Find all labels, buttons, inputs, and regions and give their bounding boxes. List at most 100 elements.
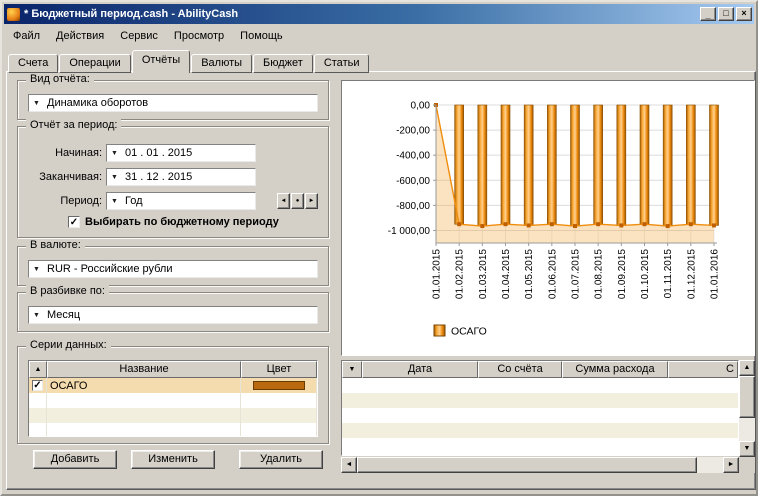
groupbox-currency: В валюте: ▼ RUR - Российские рубли (17, 246, 329, 286)
tab-reports[interactable]: Отчёты (132, 50, 190, 73)
menu-item-service[interactable]: Сервис (112, 28, 166, 44)
add-button[interactable]: Добавить (33, 450, 117, 469)
currency-value: RUR - Российские рубли (44, 263, 173, 275)
tab-budget[interactable]: Бюджет (253, 54, 313, 73)
menubar: Файл Действия Сервис Просмотр Помощь (5, 26, 753, 45)
bottom-table: ▼ Дата Со счёта Сумма расхода С (341, 360, 739, 456)
close-button[interactable]: × (736, 7, 752, 21)
budget-period-checkbox-label[interactable]: Выбирать по бюджетному периоду (85, 216, 279, 228)
column-header-from-account[interactable]: Со счёта (478, 361, 562, 378)
v-scroll-thumb[interactable] (739, 376, 755, 418)
check-icon: ✓ (70, 217, 78, 228)
series-empty-row[interactable] (29, 423, 317, 437)
delete-button[interactable]: Удалить (239, 450, 323, 469)
chart-bars (455, 105, 719, 226)
groupbox-breakdown: В разбивке по: ▼ Месяц (17, 292, 329, 332)
svg-text:01.03.2015: 01.03.2015 (478, 249, 489, 299)
menu-item-help[interactable]: Помощь (232, 28, 291, 44)
spin-center-button[interactable]: ● (291, 193, 304, 209)
menu-item-actions[interactable]: Действия (48, 28, 112, 44)
combo-start-date[interactable]: ▼ 01 . 01 . 2015 (106, 144, 256, 162)
dropdown-arrow-icon[interactable]: ▼ (29, 312, 44, 319)
series-row-checkbox[interactable]: ✓ (32, 380, 43, 391)
tab-accounts[interactable]: Счета (8, 54, 58, 73)
svg-text:01.11.2015: 01.11.2015 (663, 249, 674, 299)
groupbox-report-period: Отчёт за период: Начиная: ▼ 01 . 01 . 20… (17, 126, 329, 238)
dropdown-arrow-icon[interactable]: ▼ (107, 174, 122, 181)
combo-end-date[interactable]: ▼ 31 . 12 . 2015 (106, 168, 256, 186)
series-color-swatch (253, 381, 305, 390)
report-type-value: Динамика оборотов (44, 97, 148, 109)
svg-text:-1 000,00: -1 000,00 (388, 226, 431, 237)
tab-operations[interactable]: Операции (59, 54, 130, 73)
scroll-left-button[interactable]: ◄ (341, 457, 357, 473)
column-header-expense-amount[interactable]: Сумма расхода (562, 361, 668, 378)
svg-text:01.04.2015: 01.04.2015 (501, 249, 512, 299)
minimize-button[interactable]: _ (700, 7, 716, 21)
end-date-value: 31 . 12 . 2015 (122, 171, 192, 183)
dropdown-arrow-icon[interactable]: ▼ (107, 198, 122, 205)
series-row-osago[interactable]: ✓ ОСАГО (29, 378, 317, 393)
chart-legend: ОСАГО (434, 325, 487, 338)
scroll-down-button[interactable]: ▼ (739, 441, 755, 457)
tab-currencies[interactable]: Валюты (191, 54, 252, 73)
check-icon: ✓ (33, 380, 41, 391)
h-scroll-thumb[interactable] (357, 457, 697, 473)
scroll-right-button[interactable]: ► (723, 457, 739, 473)
column-header-date[interactable]: Дата (362, 361, 478, 378)
chart: 0,00-200,00-400,00-600,00-800,00-1 000,0… (342, 81, 752, 353)
combo-report-type[interactable]: ▼ Динамика оборотов (28, 94, 318, 112)
svg-text:01.06.2015: 01.06.2015 (547, 249, 558, 299)
table-row[interactable] (342, 438, 738, 453)
menu-item-view[interactable]: Просмотр (166, 28, 232, 44)
h-scrollbar[interactable]: ◄ ► (341, 457, 739, 473)
app-icon (7, 8, 20, 21)
tab-categories[interactable]: Статьи (314, 54, 370, 73)
column-header-truncated[interactable]: С (668, 361, 738, 378)
svg-text:01.12.2015: 01.12.2015 (686, 249, 697, 299)
svg-text:-800,00: -800,00 (396, 201, 430, 212)
combo-currency[interactable]: ▼ RUR - Российские рубли (28, 260, 318, 278)
spin-right-button[interactable]: ► (305, 193, 318, 209)
table-row[interactable] (342, 393, 738, 408)
sort-icon[interactable]: ▲ (29, 361, 47, 378)
svg-text:01.01.2015: 01.01.2015 (432, 249, 443, 299)
column-header-color[interactable]: Цвет (241, 361, 317, 378)
svg-text:-600,00: -600,00 (396, 176, 430, 187)
scroll-up-button[interactable]: ▲ (739, 360, 755, 376)
dropdown-arrow-icon[interactable]: ▼ (107, 150, 122, 157)
maximize-button[interactable]: □ (718, 7, 734, 21)
spin-left-button[interactable]: ◄ (277, 193, 290, 209)
v-scrollbar[interactable]: ▲ ▼ (739, 360, 755, 457)
svg-text:01.07.2015: 01.07.2015 (571, 249, 582, 299)
combo-period[interactable]: ▼ Год (106, 192, 256, 210)
groupbox-series: Серии данных: ▲ Название Цвет ✓ ОСАГО (17, 346, 329, 444)
series-table: ▲ Название Цвет ✓ ОСАГО (28, 360, 318, 437)
series-empty-row[interactable] (29, 408, 317, 423)
table-row[interactable] (342, 423, 738, 438)
svg-text:01.09.2015: 01.09.2015 (617, 249, 628, 299)
svg-text:01.10.2015: 01.10.2015 (640, 249, 651, 299)
chart-x-axis-labels: 01.01.201501.02.201501.03.201501.04.2015… (432, 243, 721, 299)
dropdown-arrow-icon[interactable]: ▼ (29, 100, 44, 107)
budget-period-checkbox[interactable]: ✓ (68, 216, 80, 228)
dropdown-arrow-icon[interactable]: ▼ (29, 266, 44, 273)
svg-text:01.08.2015: 01.08.2015 (594, 249, 605, 299)
filter-icon[interactable]: ▼ (342, 361, 362, 378)
table-row[interactable] (342, 378, 738, 393)
series-empty-row[interactable] (29, 393, 317, 408)
bottom-table-header: ▼ Дата Со счёта Сумма расхода С (342, 361, 738, 378)
scrollbar-corner (739, 457, 755, 473)
svg-text:01.01.2016: 01.01.2016 (710, 249, 721, 299)
report-type-legend: Вид отчёта: (26, 73, 94, 85)
series-legend: Серии данных: (26, 339, 111, 351)
column-header-name[interactable]: Название (47, 361, 241, 378)
main-panel: Вид отчёта: ▼ Динамика оборотов Отчёт за… (6, 71, 756, 490)
edit-button[interactable]: Изменить (131, 450, 215, 469)
combo-breakdown[interactable]: ▼ Месяц (28, 306, 318, 324)
menu-item-file[interactable]: Файл (5, 28, 48, 44)
period-spinner: ◄ ● ► (277, 193, 318, 209)
titlebar[interactable]: * Бюджетный период.cash - AbilityCash _ … (4, 4, 754, 24)
table-row[interactable] (342, 408, 738, 423)
breakdown-legend: В разбивке по: (26, 285, 109, 297)
